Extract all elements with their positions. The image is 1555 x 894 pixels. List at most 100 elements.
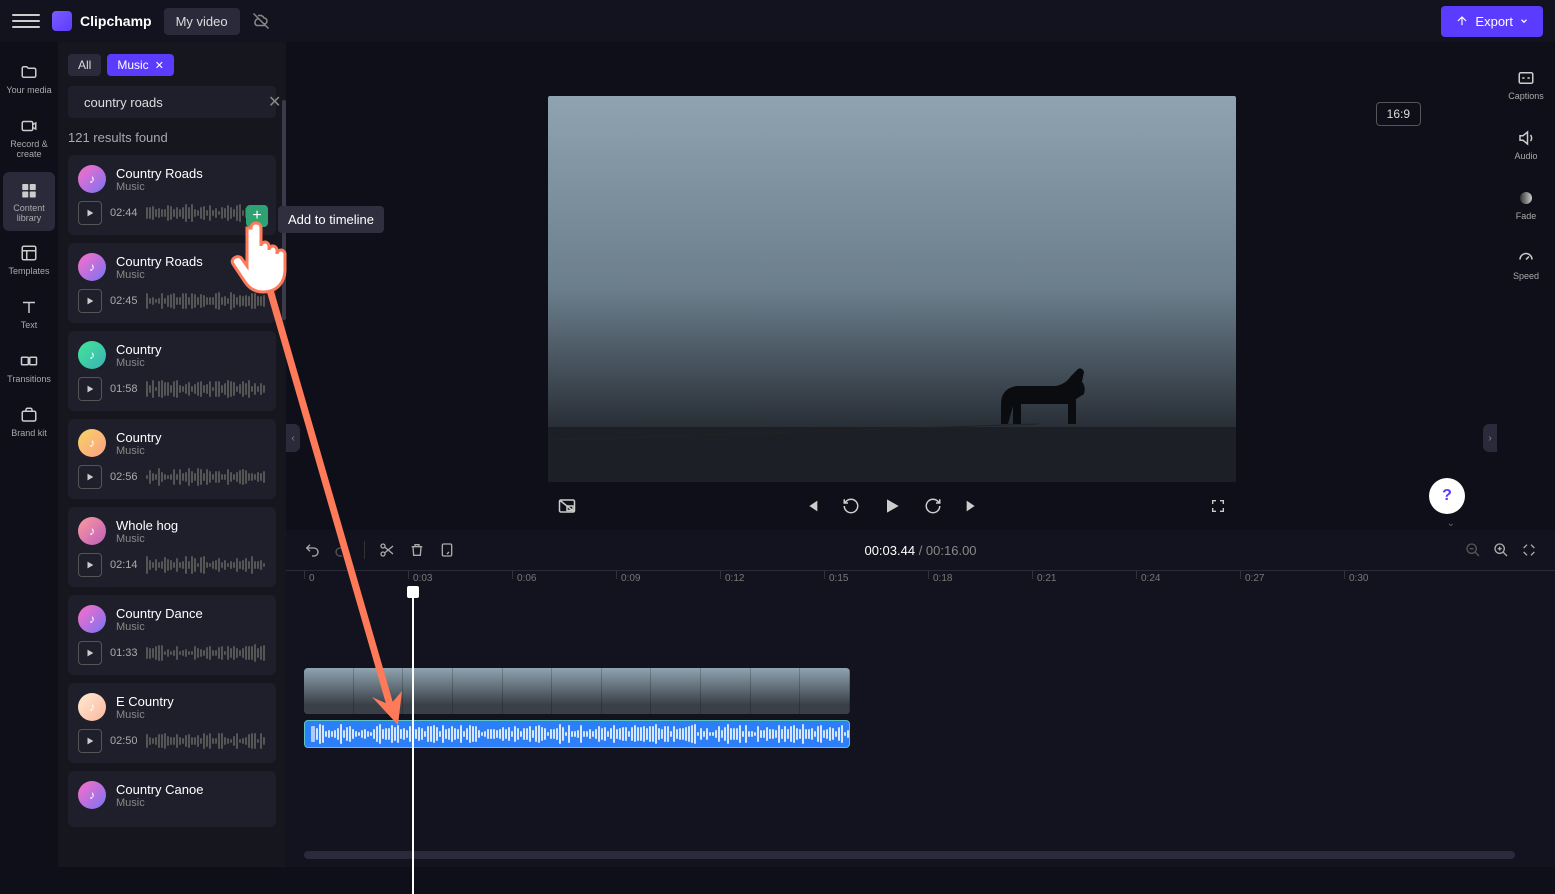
track-duration: 01:58 xyxy=(110,383,138,395)
track-card[interactable]: ♪Country DanceMusic01:33 xyxy=(68,595,276,675)
play-preview-button[interactable] xyxy=(78,377,102,401)
nav-text[interactable]: Text xyxy=(3,289,55,339)
preview-controls xyxy=(548,482,1236,530)
filter-row: All Music ✕ xyxy=(68,54,276,76)
nav-fade[interactable]: Fade xyxy=(1500,180,1552,230)
camera-icon xyxy=(19,116,39,136)
skip-forward-button[interactable] xyxy=(964,498,980,514)
time-current: 00:03.44 xyxy=(864,543,915,558)
timeline-scrollbar[interactable] xyxy=(304,851,1515,859)
track-title: Whole hog xyxy=(116,518,178,533)
zoom-out-button[interactable] xyxy=(1465,542,1481,558)
ruler-tick: 0:18 xyxy=(928,571,952,579)
playhead[interactable] xyxy=(412,594,414,894)
music-note-icon: ♪ xyxy=(78,429,106,457)
track-category: Music xyxy=(116,709,174,721)
play-preview-button[interactable] xyxy=(78,465,102,489)
nav-transitions[interactable]: Transitions xyxy=(3,343,55,393)
search-input[interactable] xyxy=(84,95,260,110)
aspect-ratio-button[interactable]: 16:9 xyxy=(1376,102,1421,126)
nav-audio[interactable]: Audio xyxy=(1500,120,1552,170)
menu-button[interactable] xyxy=(12,7,40,35)
ruler-tick: 0:12 xyxy=(720,571,744,579)
zoom-in-button[interactable] xyxy=(1493,542,1509,558)
play-button[interactable] xyxy=(882,496,902,516)
upload-icon xyxy=(1455,14,1469,28)
folder-icon xyxy=(19,62,39,82)
chevron-down-icon[interactable]: ⌄ xyxy=(1447,518,1455,529)
timeline-timecode: 00:03.44 / 00:16.00 xyxy=(864,543,976,558)
forward-button[interactable] xyxy=(924,497,942,515)
track-card[interactable]: ♪CountryMusic02:56 xyxy=(68,419,276,499)
nav-record-create[interactable]: Record & create xyxy=(3,108,55,168)
track-title: Country Roads xyxy=(116,254,203,269)
play-preview-button[interactable] xyxy=(78,729,102,753)
library-icon xyxy=(19,180,39,200)
timeline-ruler[interactable]: 00:030:060:090:120:150:180:210:240:270:3… xyxy=(286,570,1555,594)
track-card[interactable]: ♪E CountryMusic02:50 xyxy=(68,683,276,763)
cursor-pointer-icon xyxy=(225,220,295,300)
nav-label: Record & create xyxy=(5,140,53,160)
app-name: Clipchamp xyxy=(80,13,152,29)
collapse-panel-left[interactable]: ‹ xyxy=(286,424,300,452)
play-preview-button[interactable] xyxy=(78,641,102,665)
audio-clip[interactable] xyxy=(304,720,850,748)
chevron-down-icon xyxy=(1519,16,1529,26)
nav-label: Text xyxy=(21,321,38,331)
nav-brand-kit[interactable]: Brand kit xyxy=(3,397,55,447)
track-title: Country Dance xyxy=(116,606,203,621)
clip-handle-left[interactable] xyxy=(311,726,315,742)
skip-back-button[interactable] xyxy=(804,498,820,514)
filter-all[interactable]: All xyxy=(68,54,101,76)
brandkit-icon xyxy=(19,405,39,425)
preview-canvas[interactable] xyxy=(548,96,1236,482)
speaker-icon xyxy=(1516,128,1536,148)
clear-icon[interactable]: ✕ xyxy=(268,92,281,112)
crop-button[interactable] xyxy=(439,542,455,558)
help-button[interactable]: ? xyxy=(1429,478,1465,514)
ruler-tick: 0 xyxy=(304,571,315,579)
track-card[interactable]: ♪Whole hogMusic02:14 xyxy=(68,507,276,587)
delete-button[interactable] xyxy=(409,542,425,558)
nav-speed[interactable]: Speed xyxy=(1500,240,1552,290)
project-name[interactable]: My video xyxy=(164,8,240,35)
play-preview-button[interactable] xyxy=(78,289,102,313)
play-preview-button[interactable] xyxy=(78,201,102,225)
nav-content-library[interactable]: Content library xyxy=(3,172,55,232)
close-icon[interactable]: ✕ xyxy=(155,59,164,72)
export-button[interactable]: Export xyxy=(1441,6,1543,37)
cloud-off-icon[interactable] xyxy=(252,12,270,30)
filter-music[interactable]: Music ✕ xyxy=(107,54,174,76)
timeline-tracks[interactable] xyxy=(286,594,1555,748)
nav-your-media[interactable]: Your media xyxy=(3,54,55,104)
ruler-tick: 0:15 xyxy=(824,571,848,579)
nav-captions[interactable]: Captions xyxy=(1500,60,1552,110)
video-clip[interactable] xyxy=(304,668,850,714)
ruler-tick: 0:30 xyxy=(1344,571,1368,579)
collapse-panel-right[interactable]: › xyxy=(1483,424,1497,452)
results-count: 121 results found xyxy=(68,130,276,145)
play-preview-button[interactable] xyxy=(78,553,102,577)
right-sidebar: Captions Audio Fade Speed xyxy=(1497,42,1555,530)
ruler-tick: 0:24 xyxy=(1136,571,1160,579)
track-card[interactable]: ♪Country CanoeMusic xyxy=(68,771,276,827)
clipchamp-logo-icon xyxy=(52,11,72,31)
split-button[interactable] xyxy=(379,542,395,558)
nav-label: Your media xyxy=(6,86,51,96)
nav-templates[interactable]: Templates xyxy=(3,235,55,285)
ruler-tick: 0:03 xyxy=(408,571,432,579)
redo-button[interactable] xyxy=(334,542,350,558)
app-logo[interactable]: Clipchamp xyxy=(52,11,152,31)
track-card[interactable]: ♪CountryMusic01:58 xyxy=(68,331,276,411)
topbar: Clipchamp My video Export xyxy=(0,0,1555,42)
rewind-button[interactable] xyxy=(842,497,860,515)
fullscreen-button[interactable] xyxy=(1210,498,1226,514)
ruler-tick: 0:21 xyxy=(1032,571,1056,579)
picture-in-picture-button[interactable] xyxy=(558,497,576,515)
track-waveform xyxy=(146,468,266,486)
track-duration: 01:33 xyxy=(110,647,138,659)
zoom-fit-button[interactable] xyxy=(1521,542,1537,558)
search-box[interactable]: ✕ xyxy=(68,86,276,118)
track-title: Country xyxy=(116,342,162,357)
undo-button[interactable] xyxy=(304,542,320,558)
